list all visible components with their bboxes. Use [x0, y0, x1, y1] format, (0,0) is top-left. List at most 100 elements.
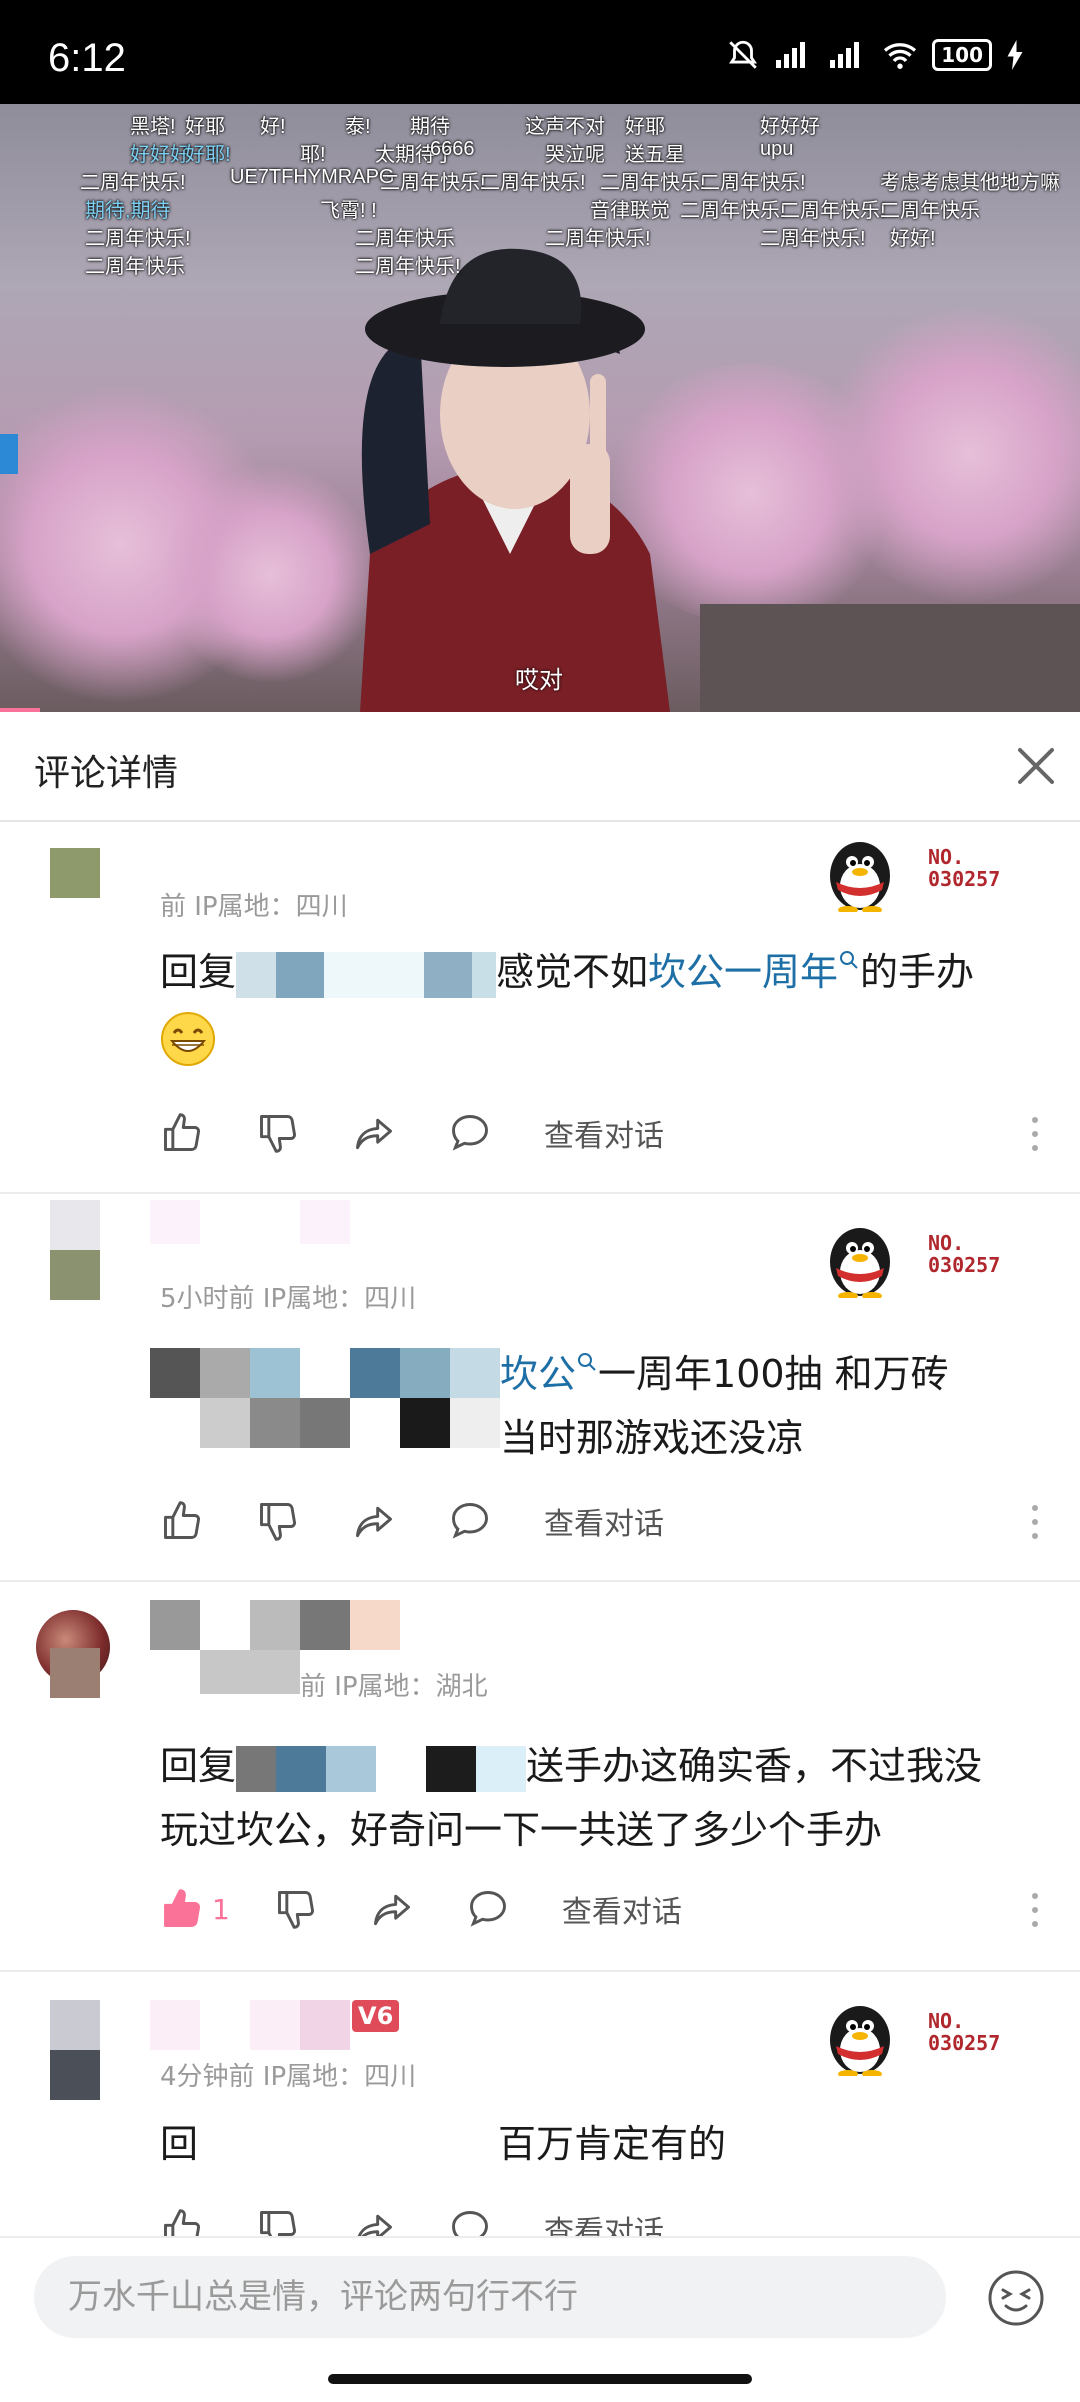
search-link[interactable]: 坎公 — [500, 1352, 598, 1396]
more-options-icon[interactable] — [1030, 1114, 1040, 1154]
like-button[interactable]: 1 — [160, 1886, 230, 1932]
redacted-block — [276, 951, 325, 998]
video-edge-mark — [0, 434, 18, 474]
view-conversation-link[interactable]: 查看对话 — [544, 2207, 664, 2236]
dislike-button[interactable] — [256, 2206, 308, 2236]
video-player[interactable]: 黑塔! 好耶 好! 泰! 期待 这声不对 好耶 好好好 好好好 好耶! 耶! 太期待了 6666 哭泣呢送… — [0, 104, 1080, 712]
like-button[interactable] — [160, 1110, 212, 1156]
reply-button[interactable] — [448, 1498, 500, 1544]
danmaku-comment: 音律联觉 — [590, 200, 670, 222]
like-count: 1 — [212, 1892, 230, 1926]
more-options-icon[interactable] — [1030, 1890, 1040, 1930]
danmaku-comment: 二周年快乐! — [85, 228, 191, 250]
badge-number: NO. 030257 — [928, 1231, 1001, 1277]
penguin-icon — [830, 1228, 890, 1300]
danmaku-comment: 6666 — [430, 138, 475, 160]
home-indicator — [328, 2374, 752, 2384]
dislike-button[interactable] — [274, 1886, 326, 1932]
thumbs-down-icon — [277, 1891, 314, 1929]
comment-bubble-icon — [452, 2211, 488, 2236]
thumbs-up-icon — [164, 1113, 200, 1151]
share-icon — [356, 1118, 392, 1150]
comment-bubble-icon — [452, 1503, 488, 1539]
share-button[interactable] — [352, 1110, 404, 1156]
share-icon — [356, 1506, 392, 1538]
thumbs-up-icon — [164, 1501, 200, 1539]
status-icons: 100 — [726, 38, 1024, 72]
comment-meta: 前 IP属地：四川 — [160, 892, 348, 922]
background-sofa — [700, 604, 1080, 712]
comment-actions: 1 查看对话 — [160, 1884, 1040, 1934]
penguin-icon — [830, 2006, 890, 2078]
comment-body-tail: 的手办 — [860, 950, 975, 994]
comment-body: 一周年100抽 和万砖 — [598, 1352, 949, 1396]
status-time: 6:12 — [48, 36, 126, 80]
share-button[interactable] — [352, 1498, 404, 1544]
signal-icon-2 — [830, 42, 860, 68]
reply-prefix: 回复 — [160, 1744, 237, 1788]
redacted-name — [300, 1200, 350, 1244]
avatar[interactable] — [50, 2000, 100, 2050]
danmaku-comment: 二周年快乐 — [880, 200, 980, 222]
comment-text: 回 百万肯定有的 — [160, 2112, 1040, 2176]
reply-button[interactable] — [466, 1886, 518, 1932]
redacted-mention — [150, 1348, 500, 1398]
dislike-button[interactable] — [256, 1110, 308, 1156]
redacted-name — [150, 1600, 400, 1650]
comment-detail-header: 评论详情 — [0, 712, 1080, 822]
view-conversation-link[interactable]: 查看对话 — [544, 1499, 664, 1543]
share-icon — [357, 2214, 392, 2236]
danmaku-comment: 好! — [260, 116, 286, 138]
close-icon[interactable] — [1012, 742, 1060, 790]
comment-item: 前 IP属地：湖北 回复 送手办这确实香，不过我没 玩过坎公，好奇问一下一共送了多… — [0, 1582, 1080, 1972]
danmaku-comment: 二周年快乐! — [80, 172, 186, 194]
reply-prefix: 回复 — [160, 950, 237, 994]
search-link[interactable]: 坎公一周年 — [648, 950, 860, 994]
danmaku-comment: 耶! — [300, 144, 326, 166]
comment-item: 5小时前 IP属地：四川 NO. 030257 坎公 一周年100抽 和万砖 当时… — [0, 1194, 1080, 1582]
fan-badge: NO. 030257 — [820, 1996, 1040, 2078]
share-button[interactable] — [370, 1886, 422, 1932]
battery-indicator: 100 — [932, 39, 992, 71]
view-conversation-link[interactable]: 查看对话 — [562, 1887, 682, 1931]
video-person — [360, 248, 670, 712]
danmaku-comment: 二周年快乐 — [355, 228, 455, 250]
avatar[interactable] — [50, 1200, 100, 1250]
comment-body: 送手办这确实香，不过我没 — [526, 1744, 983, 1788]
danmaku-comment: upu — [760, 138, 794, 160]
danmaku-comment: 二周年快乐! — [780, 200, 886, 222]
badge-number: NO. 030257 — [928, 845, 1001, 891]
thumbs-up-filled-icon — [164, 1889, 200, 1927]
avatar-lower — [50, 2050, 100, 2100]
thumbs-up-icon — [164, 2209, 200, 2236]
danmaku-comment: 哭泣呢 — [545, 144, 605, 166]
like-button[interactable] — [160, 1498, 212, 1544]
reply-button[interactable] — [448, 2206, 500, 2236]
danmaku-comment: 好耶 — [185, 116, 225, 138]
comment-text: 坎公 一周年100抽 和万砖 — [500, 1342, 1040, 1406]
avatar[interactable] — [50, 848, 100, 898]
badge-number: NO. 030257 — [928, 2009, 1001, 2055]
danmaku-comment: 二周年快乐! — [680, 200, 786, 222]
avatar-lower — [50, 1648, 100, 1698]
comment-item: 前 IP属地：四川 NO. 030257 回复 感觉不如坎公一周年 的手办 查看对话 — [0, 822, 1080, 1194]
more-options-icon[interactable] — [1030, 1502, 1040, 1542]
emoji-picker-icon[interactable] — [986, 2268, 1046, 2328]
danmaku-comment: 二周年快乐! — [600, 172, 706, 194]
comment-meta: 4分钟前 IP属地：四川 — [160, 2062, 417, 2092]
video-subtitle: 哎对 — [515, 666, 563, 694]
reply-button[interactable] — [448, 1110, 500, 1156]
danmaku-comment: 好好好 — [760, 116, 820, 138]
thumbs-down-icon — [260, 1503, 296, 1541]
share-button[interactable] — [352, 2206, 404, 2236]
danmaku-comment: 考虑考虑其他地方嘛 — [880, 172, 1060, 194]
grin-emoji-icon — [161, 1011, 215, 1066]
danmaku-comment: 二周年快乐! — [480, 172, 586, 194]
avatar-lower — [50, 1250, 100, 1300]
danmaku-comment: 飞霄! ! — [320, 200, 377, 222]
comment-input[interactable]: 万水千山总是情，评论两句行不行 — [34, 2256, 946, 2338]
status-bar: 6:12 100 — [0, 0, 1080, 104]
view-conversation-link[interactable]: 查看对话 — [544, 1111, 664, 1155]
like-button[interactable] — [160, 2206, 212, 2236]
dislike-button[interactable] — [256, 1498, 308, 1544]
